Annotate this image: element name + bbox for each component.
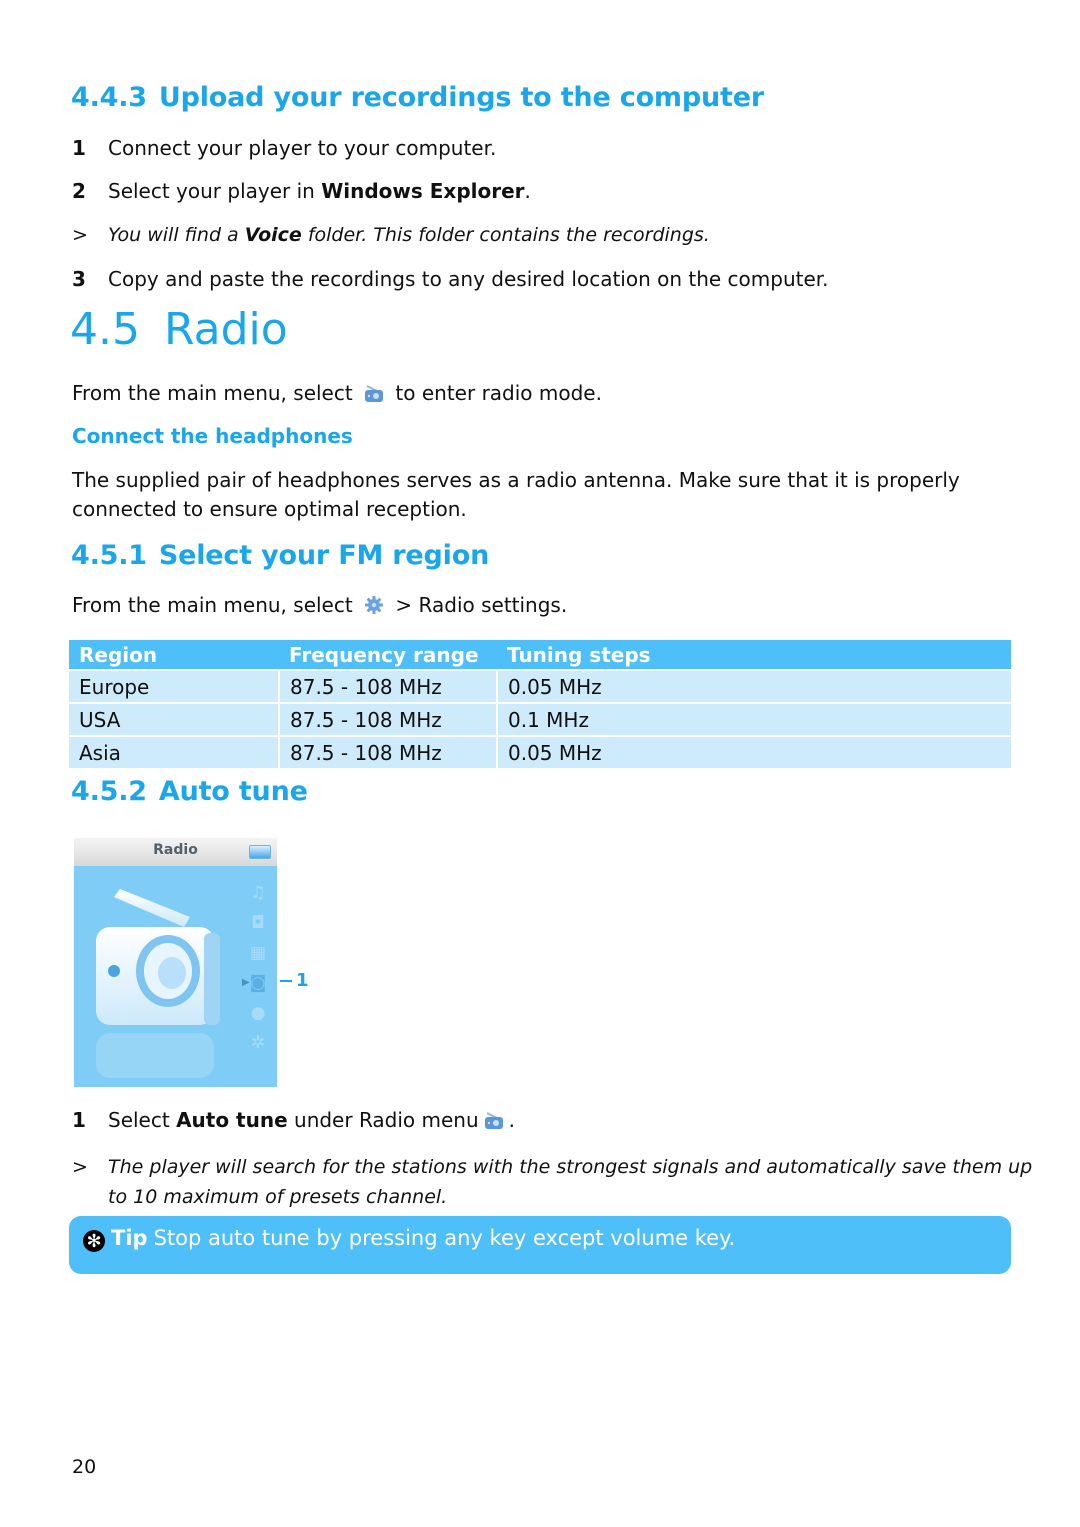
step-item: 1 Connect your player to your computer. [72,136,496,160]
step-text: Select your player in [108,179,322,203]
step-text: Select [108,1108,177,1132]
device-title-bar: Radio [74,838,277,866]
paragraph-line: connected to ensure optimal reception. [72,497,467,521]
cell-region: Asia [69,735,279,768]
section-number: 4.4.3 [71,82,147,113]
cell-frequency-range: 87.5 - 108 MHz [278,735,497,768]
settings-gear-icon: ✲ [250,1033,266,1053]
radio-icon [363,382,385,402]
step-period: . [508,1108,516,1132]
result-text: You will find a [108,224,245,246]
intro-text-end: to enter radio mode. [395,381,602,405]
table-header-row: Region Frequency range Tuning steps [69,640,1011,670]
cell-region: USA [69,702,279,736]
headphones-paragraph: The supplied pair of headphones serves a… [72,466,960,524]
step-number: 3 [72,267,86,291]
section-heading-4-4-3: 4.4.3 Upload your recordings to the compu… [71,82,764,113]
cell-tuning-steps: 0.05 MHz [496,735,1011,768]
result-text: to 10 maximum of presets channel. [108,1186,448,1208]
tip-text: Stop auto tune by pressing any key excep… [153,1226,736,1250]
result-marker: > [72,224,88,246]
device-screen-title: Radio [153,842,198,858]
battery-icon [249,845,271,859]
step-emphasis: Windows Explorer [321,179,525,203]
step-item: 2 Select your player in Windows Explorer. [72,179,531,203]
tip-box: ✻ Tip Stop auto tune by pressing any key e… [69,1216,1011,1274]
radio-intro: From the main menu, select to enter radi… [72,379,602,408]
section-title: Upload your recordings to the computer [158,82,764,113]
step-item: 3 Copy and paste the recordings to any de… [72,267,829,291]
section-number: 4.5.1 [71,540,147,571]
result-text: The player will search for the stations … [108,1156,1033,1178]
intro-text: From the main menu, select [72,381,353,405]
step-text-end: . [524,179,531,203]
music-note-icon: ♫ [250,883,266,903]
cell-tuning-steps: 0.1 MHz [496,702,1011,736]
step-text-end: under Radio menu [287,1108,479,1132]
step-number: 2 [72,179,86,203]
step-emphasis: Auto tune [176,1108,288,1132]
section-title: Select your FM region [158,540,490,571]
step-number: 1 [72,136,86,160]
cell-tuning-steps: 0.05 MHz [496,669,1011,703]
section-heading-4-5-2: 4.5.2 Auto tune [71,776,308,807]
column-header-frequency-range: Frequency range [279,640,497,670]
table-row: Europe 87.5 - 108 MHz 0.05 MHz [69,669,1011,703]
camera-icon: ◘ [251,913,265,933]
step-text: Copy and paste the recordings to any des… [108,267,829,291]
paragraph-line: The supplied pair of headphones serves a… [72,468,960,492]
section-heading-4-5: 4.5 Radio [70,304,288,355]
column-header-tuning-steps: Tuning steps [497,640,1011,670]
device-menu-column: ♫ ◘ ▦ ◙ ● ✲ [245,878,271,1058]
table-row: Asia 87.5 - 108 MHz 0.05 MHz [69,735,1011,768]
result-emphasis: Voice [244,224,302,246]
result-text-end: folder. This folder contains the recordi… [301,224,710,246]
result-marker: > [72,1156,88,1178]
table-row: USA 87.5 - 108 MHz 0.1 MHz [69,702,1011,736]
callout-label: 1 [280,970,309,991]
subheading-connect-headphones: Connect the headphones [72,424,353,448]
callout-number: 1 [296,970,309,991]
fm-region-table: Region Frequency range Tuning steps Euro… [69,640,1011,768]
cell-frequency-range: 87.5 - 108 MHz [278,669,497,703]
step-text: Connect your player to your computer. [108,136,497,160]
step-result: > The player will search for the stations… [72,1152,1032,1212]
section-title: Radio [164,304,288,355]
step-result: > You will find a Voice folder. This fold… [72,224,710,246]
device-screen-radio: Radio ♫ ◘ ▦ ◙ ● ✲ ▶ [74,838,277,1087]
microphone-icon: ● [250,1003,266,1023]
intro-text: From the main menu, select [72,593,353,617]
tip-label: Tip [111,1226,148,1250]
column-header-region: Region [69,640,279,670]
intro-text-end: > Radio settings. [395,593,568,617]
section-number: 4.5 [70,304,140,355]
cell-frequency-range: 87.5 - 108 MHz [278,702,497,736]
section-title: Auto tune [158,776,308,807]
callout-line [280,980,292,982]
radio-icon [483,1110,505,1130]
video-icon: ▦ [249,943,267,963]
step-number: 1 [72,1108,86,1132]
cell-region: Europe [69,669,279,703]
settings-gear-icon [363,594,385,614]
menu-pointer-icon: ▶ [242,977,250,988]
page-number: 20 [72,1456,97,1478]
radio-illustration-icon [96,889,220,1078]
section-number: 4.5.2 [71,776,147,807]
fm-region-intro: From the main menu, select > Radio setti… [72,591,567,620]
step-item: 1 Select Auto tune under Radio menu . [72,1108,515,1132]
tip-asterisk-icon: ✻ [83,1230,105,1252]
section-heading-4-5-1: 4.5.1 Select your FM region [71,540,489,571]
